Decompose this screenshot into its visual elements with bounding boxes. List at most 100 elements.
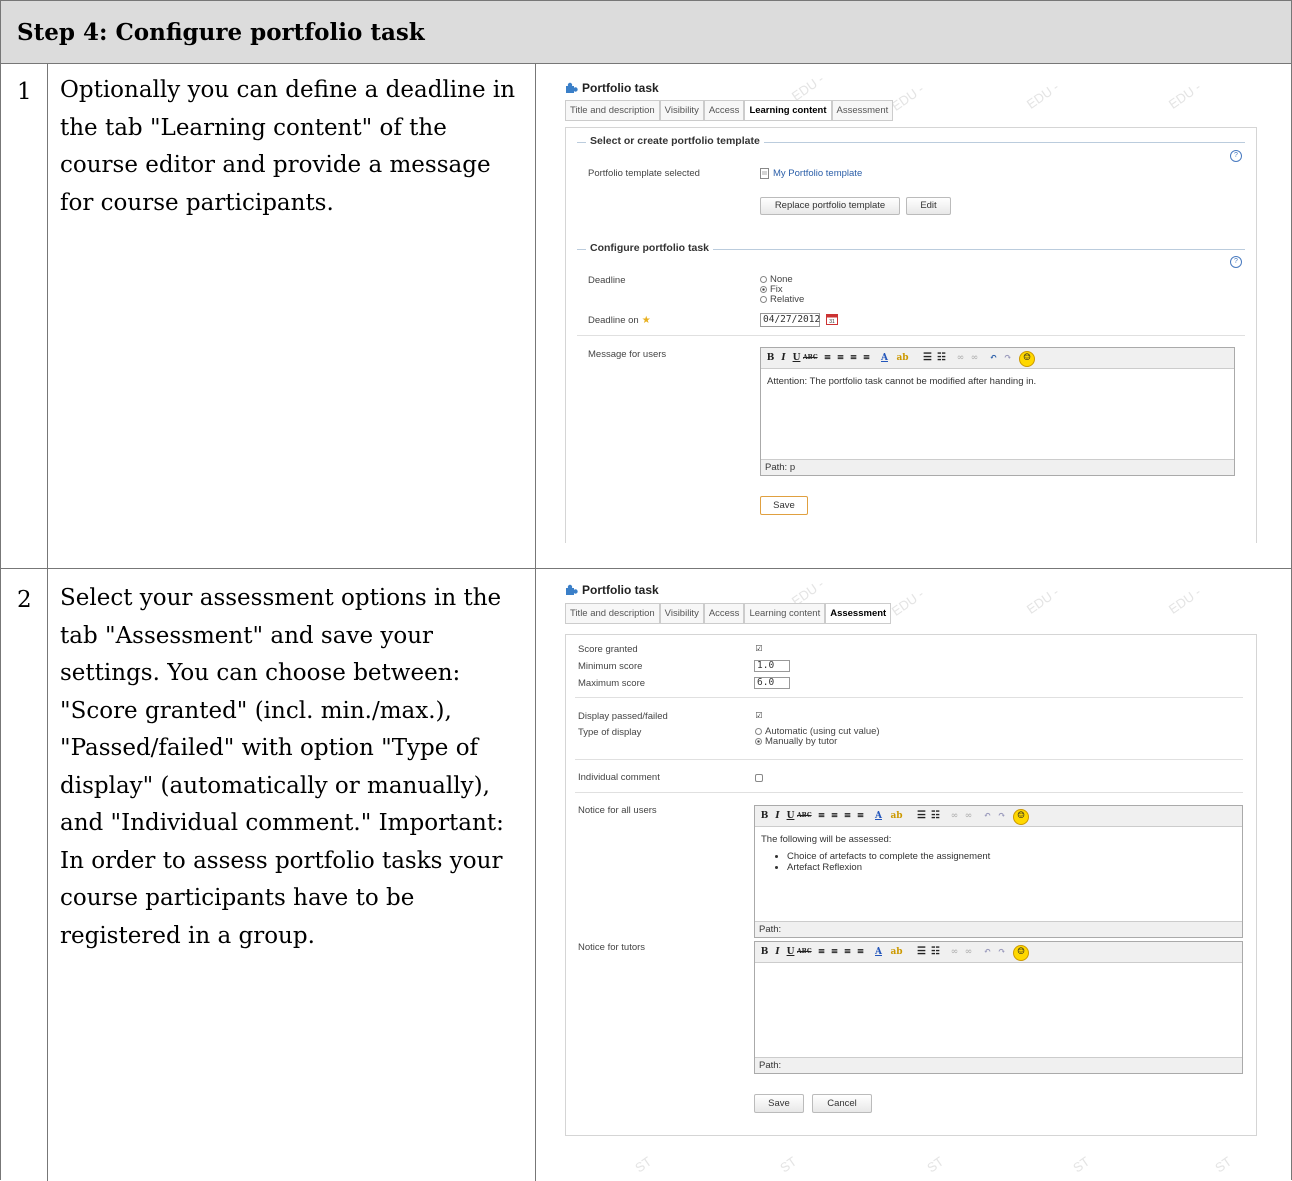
deadline-date-input[interactable]: 04/27/2012 bbox=[760, 313, 820, 327]
bullet-list-icon[interactable]: ☰ bbox=[915, 945, 928, 959]
portfolio-title: Portfolio task bbox=[565, 583, 659, 597]
min-score-input[interactable]: 1.0 bbox=[754, 660, 790, 672]
text-color-icon[interactable]: A bbox=[872, 945, 885, 959]
align-center-icon[interactable]: ≡ bbox=[834, 351, 847, 365]
radio-button[interactable] bbox=[760, 276, 767, 283]
tab-access[interactable]: Access bbox=[703, 100, 745, 120]
justify-icon[interactable]: ≡ bbox=[854, 945, 867, 959]
unlink-icon[interactable]: ∞ bbox=[962, 809, 975, 823]
tab-visibility[interactable]: Visibility bbox=[659, 603, 704, 623]
smiley-icon[interactable]: ☺ bbox=[1013, 809, 1029, 825]
cancel-button[interactable]: Cancel bbox=[812, 1094, 872, 1113]
notice-all-editor[interactable]: B I U ABC ≡ ≡ ≡ ≡ A ab ☰ ☷ ∞ ∞ ↶ ↷ ☺ The… bbox=[754, 805, 1243, 938]
bold-icon[interactable]: B bbox=[764, 351, 777, 365]
puzzle-icon bbox=[566, 82, 578, 93]
align-right-icon[interactable]: ≡ bbox=[847, 351, 860, 365]
radio-button[interactable] bbox=[755, 728, 762, 735]
radio-button[interactable] bbox=[760, 296, 767, 303]
redo-icon[interactable]: ↷ bbox=[1001, 351, 1014, 365]
smiley-icon[interactable]: ☺ bbox=[1019, 351, 1035, 367]
tab-learning-content[interactable]: Learning content bbox=[744, 100, 832, 120]
bullet-list-icon[interactable]: ☰ bbox=[915, 809, 928, 823]
tab-assessment[interactable]: Assessment bbox=[831, 100, 894, 120]
radio-button[interactable] bbox=[760, 286, 767, 293]
align-left-icon[interactable]: ≡ bbox=[815, 809, 828, 823]
italic-icon[interactable]: I bbox=[777, 351, 790, 365]
watermark: ST bbox=[924, 1153, 947, 1176]
editor-toolbar: B I U ABC ≡ ≡ ≡ ≡ A ab ☰ ☷ ∞ ∞ ↶ ↷ ☺ bbox=[755, 806, 1242, 827]
undo-icon[interactable]: ↶ bbox=[981, 809, 994, 823]
deadline-option-relative[interactable]: Relative bbox=[760, 295, 804, 305]
smiley-icon[interactable]: ☺ bbox=[1013, 945, 1029, 961]
section-legend: Configure portfolio task bbox=[586, 242, 713, 254]
notice-list: Choice of artefacts to complete the assi… bbox=[761, 851, 990, 873]
italic-icon[interactable]: I bbox=[771, 945, 784, 959]
tab-visibility[interactable]: Visibility bbox=[659, 100, 704, 120]
tab-title-description[interactable]: Title and description bbox=[565, 603, 660, 623]
save-button[interactable]: Save bbox=[754, 1094, 804, 1113]
notice-tutors-editor[interactable]: B I U ABC ≡ ≡ ≡ ≡ A ab ☰ ☷ ∞ ∞ ↶ ↷ ☺ Pat… bbox=[754, 941, 1243, 1074]
align-right-icon[interactable]: ≡ bbox=[841, 809, 854, 823]
calendar-icon[interactable]: 31 bbox=[826, 312, 838, 325]
unlink-icon[interactable]: ∞ bbox=[968, 351, 981, 365]
notice-all-content: The following will be assessed: Choice o… bbox=[761, 834, 990, 873]
max-score-input[interactable]: 6.0 bbox=[754, 677, 790, 689]
align-left-icon[interactable]: ≡ bbox=[815, 945, 828, 959]
help-icon[interactable]: ? bbox=[1230, 256, 1242, 268]
underline-icon[interactable]: U bbox=[784, 945, 797, 959]
align-center-icon[interactable]: ≡ bbox=[828, 945, 841, 959]
watermark: EDU - bbox=[888, 81, 927, 114]
redo-icon[interactable]: ↷ bbox=[995, 809, 1008, 823]
align-left-icon[interactable]: ≡ bbox=[821, 351, 834, 365]
text-color-icon[interactable]: A bbox=[878, 351, 891, 365]
numbered-list-icon[interactable]: ☷ bbox=[929, 945, 942, 959]
redo-icon[interactable]: ↷ bbox=[995, 945, 1008, 959]
type-option-manual[interactable]: Manually by tutor bbox=[755, 737, 880, 747]
highlight-icon[interactable]: ab bbox=[896, 351, 909, 365]
align-right-icon[interactable]: ≡ bbox=[841, 945, 854, 959]
bullet-list-icon[interactable]: ☰ bbox=[921, 351, 934, 365]
replace-template-button[interactable]: Replace portfolio template bbox=[760, 197, 900, 215]
individual-comment-checkbox[interactable] bbox=[755, 774, 763, 782]
text-color-icon[interactable]: A bbox=[872, 809, 885, 823]
deadline-options: None Fix Relative bbox=[760, 275, 804, 305]
strikethrough-icon[interactable]: ABC bbox=[803, 351, 818, 365]
undo-icon[interactable]: ↶ bbox=[987, 351, 1000, 365]
align-center-icon[interactable]: ≡ bbox=[828, 809, 841, 823]
deadline-on-label: Deadline on ★ bbox=[588, 315, 651, 326]
strikethrough-icon[interactable]: ABC bbox=[797, 945, 812, 959]
link-icon[interactable]: ∞ bbox=[948, 809, 961, 823]
message-editor[interactable]: B I U ABC ≡ ≡ ≡ ≡ A ab ☰ ☷ ∞ ∞ ↶ ↷ ☺ Att… bbox=[760, 347, 1235, 476]
save-button[interactable]: Save bbox=[760, 496, 808, 515]
numbered-list-icon[interactable]: ☷ bbox=[929, 809, 942, 823]
highlight-icon[interactable]: ab bbox=[890, 945, 903, 959]
bold-icon[interactable]: B bbox=[758, 809, 771, 823]
strikethrough-icon[interactable]: ABC bbox=[797, 809, 812, 823]
italic-icon[interactable]: I bbox=[771, 809, 784, 823]
link-icon[interactable]: ∞ bbox=[954, 351, 967, 365]
bold-icon[interactable]: B bbox=[758, 945, 771, 959]
radio-button[interactable] bbox=[755, 738, 762, 745]
score-granted-checkbox[interactable]: ☑ bbox=[755, 645, 763, 653]
link-icon[interactable]: ∞ bbox=[948, 945, 961, 959]
undo-icon[interactable]: ↶ bbox=[981, 945, 994, 959]
unlink-icon[interactable]: ∞ bbox=[962, 945, 975, 959]
row-description: Select your assessment options in the ta… bbox=[60, 585, 504, 949]
justify-icon[interactable]: ≡ bbox=[854, 809, 867, 823]
editor-path: Path: bbox=[755, 921, 1242, 937]
numbered-list-icon[interactable]: ☷ bbox=[935, 351, 948, 365]
tab-assessment[interactable]: Assessment bbox=[825, 603, 892, 623]
help-icon[interactable]: ? bbox=[1230, 150, 1242, 162]
edit-button[interactable]: Edit bbox=[906, 197, 951, 215]
template-link[interactable]: My Portfolio template bbox=[760, 168, 862, 179]
required-star-icon: ★ bbox=[641, 315, 651, 326]
tab-title-description[interactable]: Title and description bbox=[565, 100, 660, 120]
display-passed-checkbox[interactable]: ☑ bbox=[755, 712, 763, 720]
tab-access[interactable]: Access bbox=[703, 603, 745, 623]
tab-learning-content[interactable]: Learning content bbox=[744, 603, 826, 623]
underline-icon[interactable]: U bbox=[784, 809, 797, 823]
justify-icon[interactable]: ≡ bbox=[860, 351, 873, 365]
underline-icon[interactable]: U bbox=[790, 351, 803, 365]
tab-bar: Title and description Visibility Access … bbox=[565, 100, 894, 121]
highlight-icon[interactable]: ab bbox=[890, 809, 903, 823]
